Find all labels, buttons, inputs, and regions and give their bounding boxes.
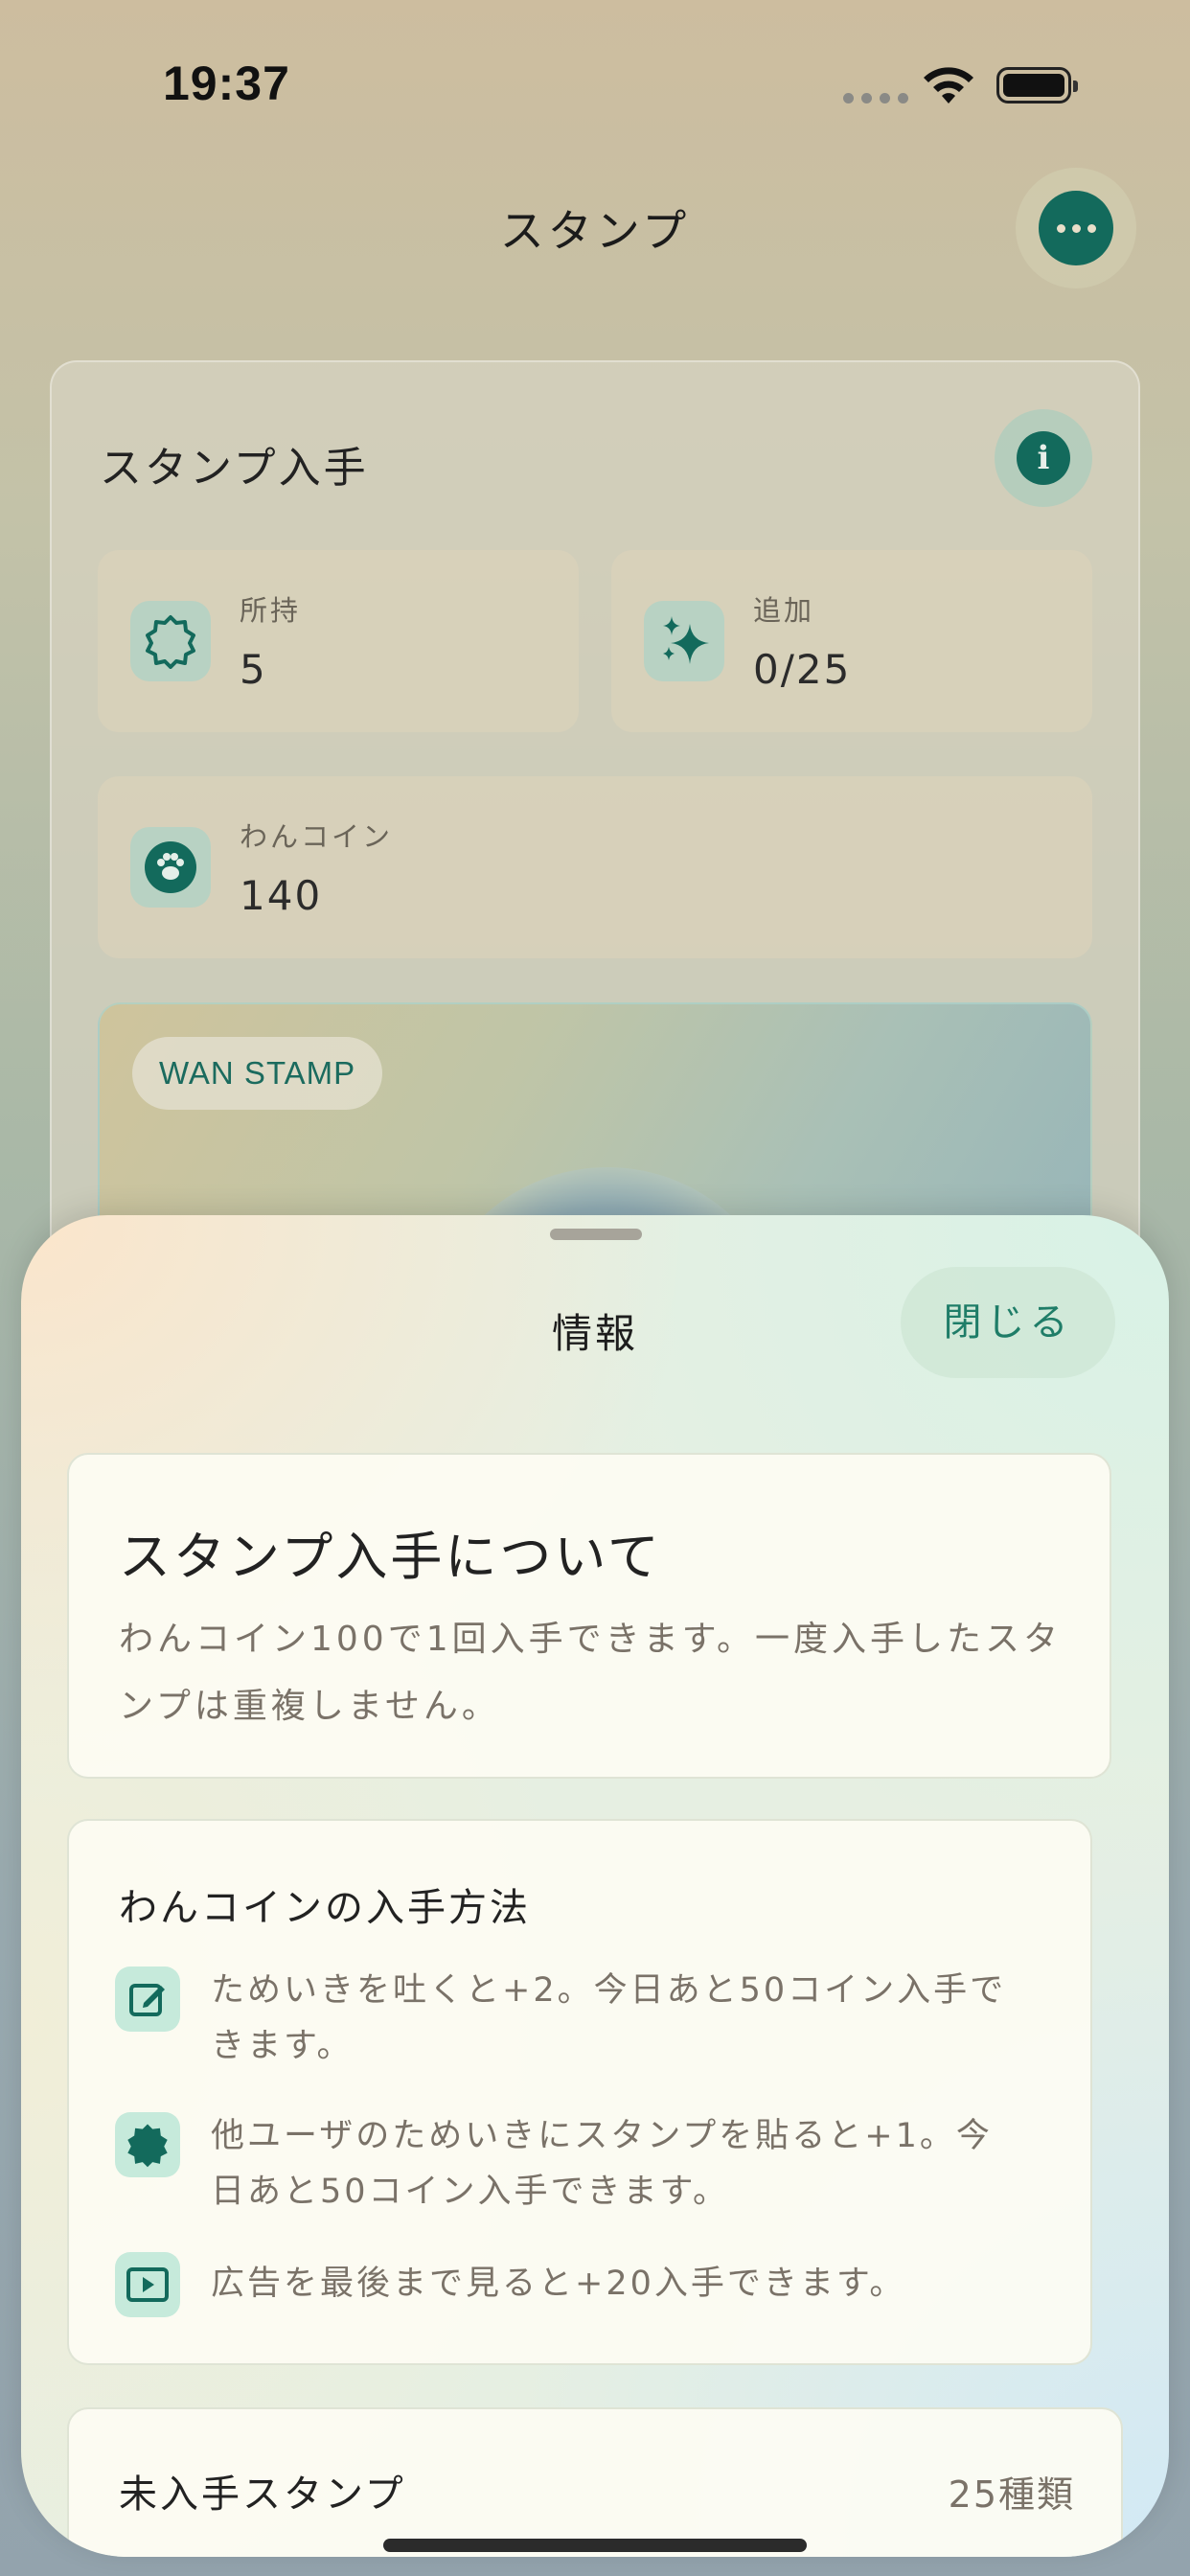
stat-coins: わんコイン 140 <box>98 776 1092 958</box>
stamp-badge-icon <box>115 2112 180 2177</box>
card-title: スタンプ入手 <box>100 444 369 493</box>
wifi-icon <box>924 67 973 104</box>
about-body: わんコイン100で1回入手できます。一度入手したスタ ンプは重複しません。 <box>119 1606 1077 1740</box>
method-line: きます。 <box>211 2027 354 2065</box>
method-text: 他ユーザのためいきにスタンプを貼ると+1。今 日あと50コイン入手できます。 <box>211 2108 1035 2220</box>
stat-value: 0/25 <box>753 646 852 693</box>
method-item: ためいきを吐くと+2。今日あと50コイン入手で きます。 <box>115 1963 1035 2078</box>
method-line: ためいきを吐くと+2。今日あと50コイン入手で <box>211 1971 1007 2010</box>
info-button[interactable]: i <box>1017 431 1070 485</box>
info-sheet: 情報 閉じる スタンプ入手について わんコイン100で1回入手できます。一度入手… <box>21 1215 1169 2557</box>
more-dot-icon <box>1056 223 1065 233</box>
close-button[interactable]: 閉じる <box>901 1267 1115 1378</box>
stat-owned: 所持 5 <box>98 550 579 732</box>
stat-label: 所持 <box>240 594 302 627</box>
unowned-count: 25種類 <box>948 2473 1075 2516</box>
more-button[interactable] <box>1039 191 1113 265</box>
unowned-label: 未入手スタンプ <box>119 2472 406 2517</box>
nav-title: スタンプ <box>499 205 691 257</box>
battery-icon <box>996 67 1078 104</box>
method-item: 広告を最後まで見ると+20入手できます。 <box>115 2252 1035 2329</box>
method-item: 他ユーザのためいきにスタンプを貼ると+1。今 日あと50コイン入手できます。 <box>115 2108 1035 2223</box>
sheet-grabber[interactable] <box>550 1229 642 1240</box>
method-text: ためいきを吐くと+2。今日あと50コイン入手で きます。 <box>211 1963 1035 2074</box>
methods-title: わんコインの入手方法 <box>119 1886 531 1930</box>
more-dot-icon <box>1071 223 1081 233</box>
more-dot-icon <box>1087 223 1096 233</box>
edit-icon <box>115 1966 180 2032</box>
method-line: 広告を最後まで見ると+20入手できます。 <box>211 2265 906 2303</box>
sparkles-icon <box>644 601 724 681</box>
play-video-icon <box>115 2252 180 2317</box>
stat-label: わんコイン <box>240 820 394 853</box>
about-card: スタンプ入手について わんコイン100で1回入手できます。一度入手したスタ ンプ… <box>67 1453 1111 1779</box>
stat-value: 140 <box>240 872 323 919</box>
stat-label: 追加 <box>753 594 815 627</box>
stat-added: 追加 0/25 <box>611 550 1092 732</box>
about-body-line: わんコイン100で1回入手できます。一度入手したスタ <box>119 1620 1063 1659</box>
method-text: 広告を最後まで見ると+20入手できます。 <box>211 2256 1035 2312</box>
about-title: スタンプ入手について <box>119 1527 662 1587</box>
method-line: 他ユーザのためいきにスタンプを貼ると+1。今 <box>211 2117 993 2155</box>
cellular-signal-icon <box>843 93 908 104</box>
status-bar: 19:37 <box>0 0 1190 172</box>
paw-icon <box>130 827 211 908</box>
status-time: 19:37 <box>163 57 290 110</box>
stat-value: 5 <box>240 646 267 693</box>
home-indicator <box>383 2539 807 2552</box>
about-body-line: ンプは重複しません。 <box>119 1687 500 1726</box>
coin-methods-card: わんコインの入手方法 ためいきを吐くと+2。今日あと50コイン入手で きます。 … <box>67 1819 1092 2365</box>
hero-badge: WAN STAMP <box>132 1037 383 1110</box>
unowned-stamps-card[interactable]: 未入手スタンプ 25種類 <box>67 2407 1123 2557</box>
method-line: 日あと50コイン入手できます。 <box>211 2173 730 2211</box>
stamp-badge-icon <box>130 601 211 681</box>
